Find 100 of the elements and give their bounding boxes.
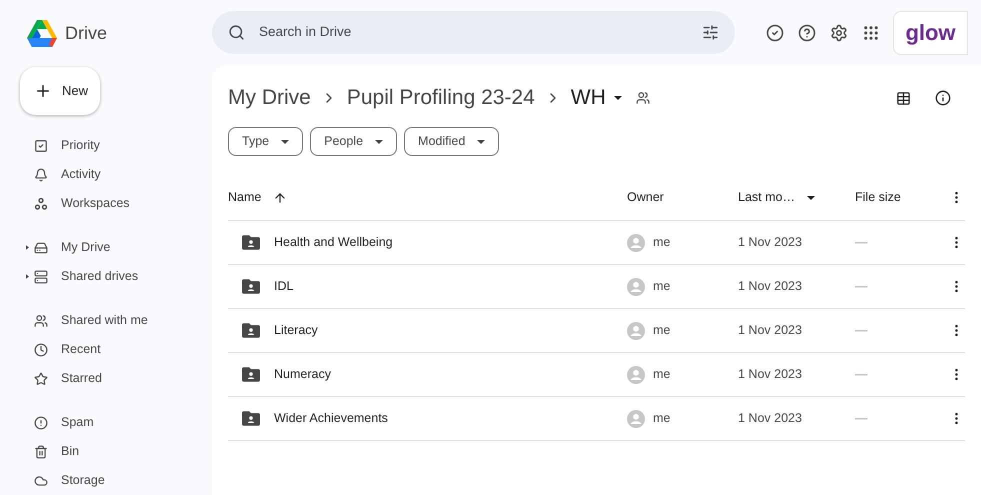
owner-name: me — [653, 410, 670, 428]
sidebar-label: Storage — [61, 472, 105, 490]
file-size: — — [855, 278, 868, 296]
owner-name: me — [653, 278, 670, 296]
filter-chip[interactable]: People — [310, 127, 398, 156]
modified-date: 1 Nov 2023 — [738, 278, 803, 296]
column-header[interactable]: Last mo… — [738, 188, 855, 207]
shared-folder-icon — [242, 411, 260, 426]
column-header[interactable]: Name — [228, 188, 627, 207]
shared-folder-icon — [242, 235, 260, 250]
check-circle-icon[interactable] — [766, 24, 784, 42]
avatar-icon — [627, 278, 645, 296]
sidebar-item[interactable]: Recent — [20, 335, 212, 364]
breadcrumb-link[interactable]: WH — [570, 82, 622, 114]
cloud-icon — [34, 474, 48, 488]
sidebar-label: Recent — [61, 341, 101, 358]
file-size: — — [855, 322, 868, 340]
folder-name: Health and Wellbeing — [274, 234, 393, 252]
folder-name: IDL — [274, 278, 294, 296]
drive-icon — [34, 240, 48, 254]
breadcrumb-link[interactable]: Pupil Profiling 23-24 — [346, 82, 535, 114]
logo-badge[interactable]: glow — [893, 10, 968, 54]
column-header[interactable]: Owner — [627, 188, 738, 207]
star-icon — [34, 372, 48, 386]
sidebar-label: Shared with me — [61, 312, 148, 330]
shared-people-icon — [636, 91, 650, 105]
file-row[interactable]: Wider Achievements me 1 Nov 2023 — — [228, 397, 965, 441]
search-input[interactable]: Search in Drive — [259, 22, 688, 43]
expand-arrow-icon — [26, 245, 29, 250]
caret-icon — [614, 96, 622, 100]
trash-icon — [34, 444, 48, 458]
folder-name: Wider Achievements — [274, 410, 388, 428]
sidebar-label: Activity — [61, 166, 101, 184]
caret-icon — [281, 140, 290, 144]
caret-icon — [375, 140, 384, 144]
file-row[interactable]: Health and Wellbeing me 1 Nov 2023 — — [228, 221, 965, 265]
sidebar-item[interactable]: Priority — [20, 131, 212, 160]
sidebar-label: My Drive — [61, 239, 110, 256]
filter-chip[interactable]: Modified — [404, 127, 500, 156]
modified-date: 1 Nov 2023 — [738, 366, 803, 384]
glow-logo: glow — [905, 19, 956, 47]
folder-name: Numeracy — [274, 366, 331, 384]
file-row[interactable]: Literacy me 1 Nov 2023 — — [228, 309, 965, 353]
sidebar-label: Workspaces — [61, 195, 130, 212]
file-row[interactable]: IDL me 1 Nov 2023 — — [228, 265, 965, 309]
drive-logo — [27, 20, 57, 48]
sidebar-item[interactable]: Bin — [20, 437, 212, 466]
shared-drives-icon — [34, 270, 48, 284]
filter-chip[interactable]: Type — [228, 127, 304, 156]
shared-folder-icon — [242, 279, 260, 294]
people-icon — [34, 314, 48, 328]
sidebar-item[interactable]: Shared drives — [20, 262, 212, 291]
avatar-icon — [627, 366, 645, 384]
caret-icon — [477, 140, 486, 144]
sidebar-item[interactable]: Spam — [20, 408, 212, 437]
owner-name: me — [653, 366, 670, 384]
sidebar-item[interactable]: Workspaces — [20, 189, 212, 218]
help-icon[interactable] — [798, 24, 816, 42]
avatar-icon — [627, 234, 645, 252]
sidebar-item[interactable]: Activity — [20, 160, 212, 189]
file-size: — — [855, 366, 868, 384]
expand-arrow-icon — [26, 274, 29, 279]
file-row[interactable]: Numeracy me 1 Nov 2023 — — [228, 353, 965, 397]
grid-view-icon[interactable] — [896, 90, 911, 106]
alert-icon — [34, 416, 48, 430]
info-icon[interactable] — [935, 90, 951, 106]
sidebar-label: Spam — [61, 414, 94, 432]
apps-icon[interactable] — [862, 24, 880, 42]
column-header[interactable]: File size — [855, 188, 943, 207]
folder-name: Literacy — [274, 322, 318, 340]
sidebar-item[interactable]: Storage — [20, 466, 212, 495]
new-button[interactable]: New — [20, 67, 100, 115]
sidebar-label: Shared drives — [61, 268, 138, 286]
shared-folder-icon — [242, 367, 260, 382]
breadcrumb-link[interactable]: My Drive — [228, 82, 311, 114]
file-size: — — [855, 410, 868, 428]
search-icon — [228, 24, 245, 41]
shared-folder-icon — [242, 323, 260, 338]
owner-name: me — [653, 234, 670, 252]
file-size: — — [855, 234, 868, 252]
sidebar-item[interactable]: Shared with me — [20, 306, 212, 335]
filter-options-icon[interactable] — [702, 24, 719, 41]
owner-name: me — [653, 322, 670, 340]
avatar-icon — [627, 322, 645, 340]
app-name: Drive — [65, 22, 108, 46]
sidebar-label: Priority — [61, 137, 100, 154]
priority-icon — [34, 138, 48, 152]
clock-icon — [34, 342, 48, 356]
sidebar-label: Bin — [61, 443, 80, 460]
settings-icon[interactable] — [830, 24, 848, 42]
sidebar-item[interactable]: My Drive — [20, 233, 212, 262]
modified-date: 1 Nov 2023 — [738, 322, 803, 340]
modified-date: 1 Nov 2023 — [738, 234, 803, 252]
workspaces-icon — [34, 196, 48, 210]
search-bar[interactable]: Search in Drive — [212, 11, 735, 54]
bell-icon — [34, 168, 48, 182]
avatar-icon — [627, 410, 645, 428]
modified-date: 1 Nov 2023 — [738, 410, 803, 428]
sidebar-item[interactable]: Starred — [20, 364, 212, 393]
sidebar-label: Starred — [61, 370, 102, 388]
